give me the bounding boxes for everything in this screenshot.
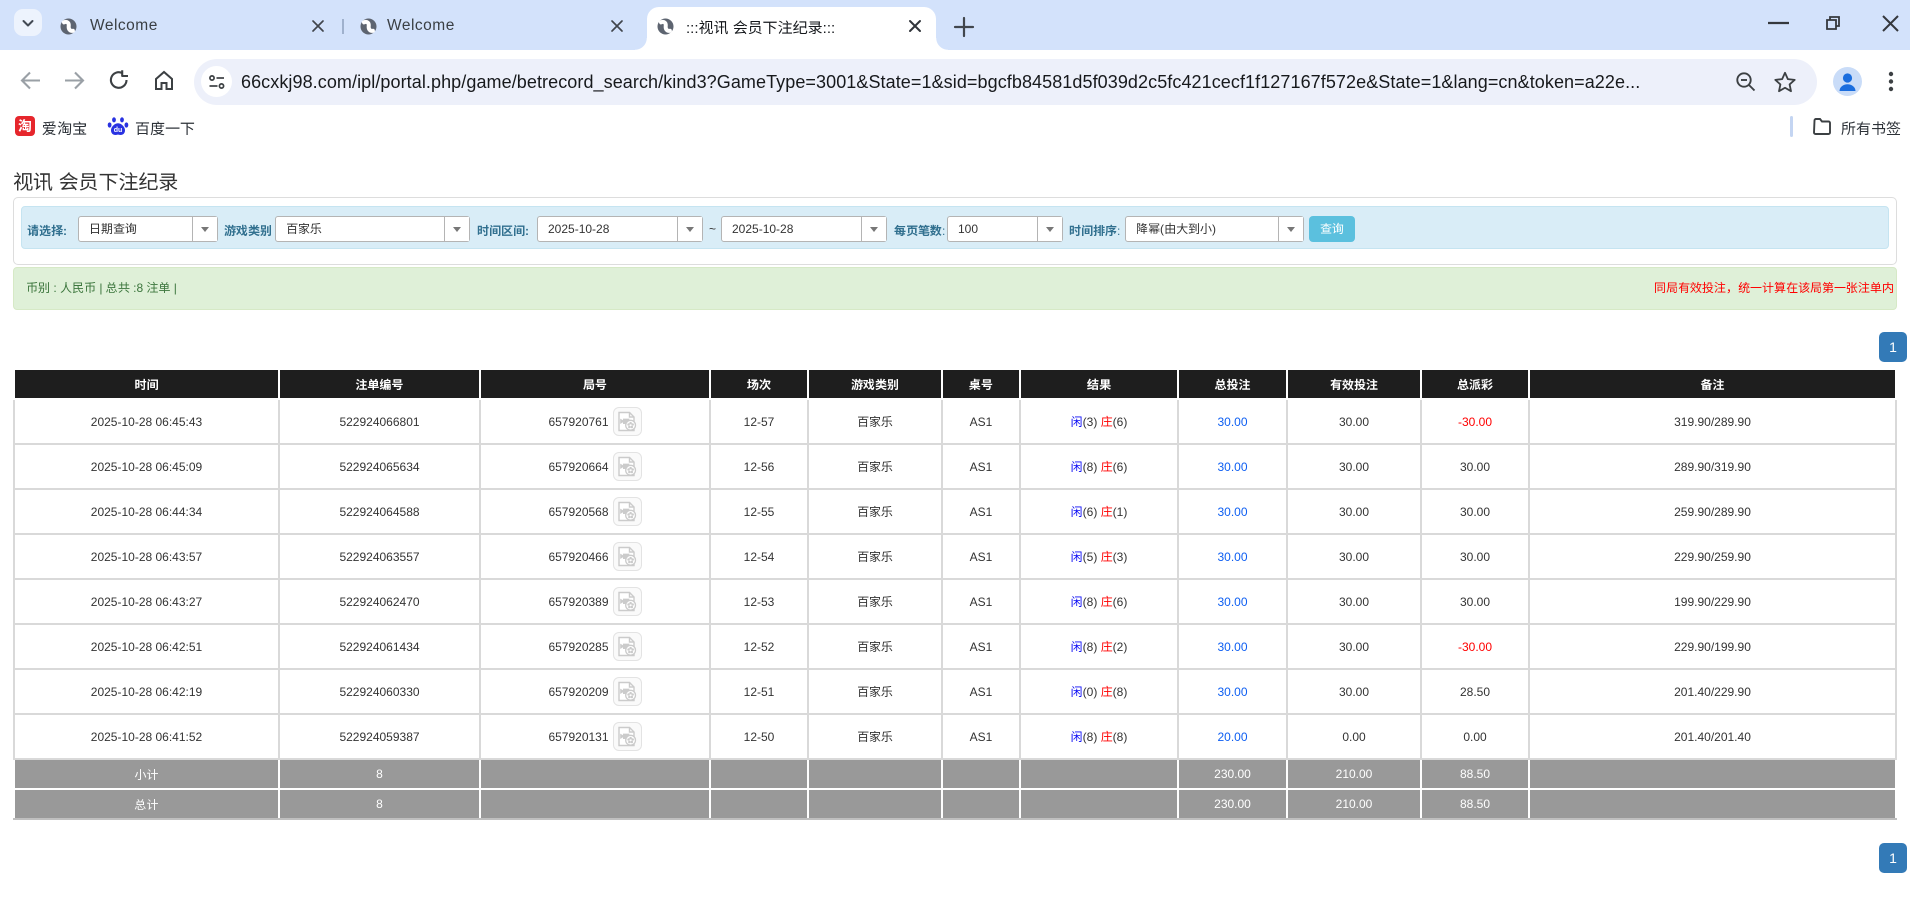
svg-text:du: du xyxy=(114,127,123,134)
